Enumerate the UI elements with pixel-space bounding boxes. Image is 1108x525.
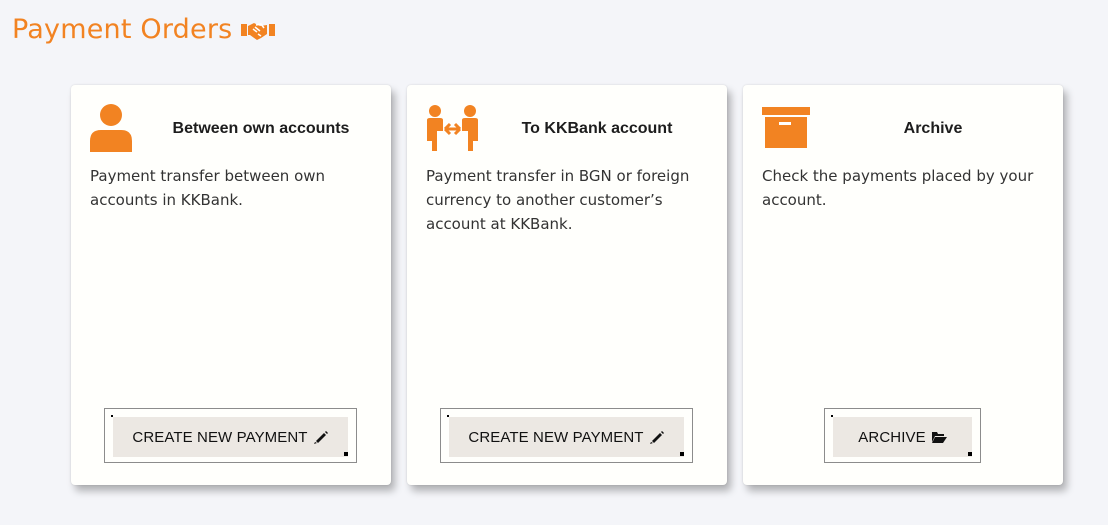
button-label: CREATE NEW PAYMENT (132, 428, 308, 446)
card-description: Payment transfer between own accounts in… (90, 167, 326, 209)
create-new-payment-button[interactable]: CREATE NEW PAYMENT (113, 417, 348, 457)
transfer-people-icon (425, 103, 478, 153)
archive-box-icon (761, 103, 810, 153)
card-description: Check the payments placed by your accoun… (762, 167, 1034, 209)
card-description: Payment transfer in BGN or foreign curre… (426, 167, 690, 233)
card-to-kkbank-account: To KKBank account Payment transfer in BG… (407, 85, 727, 485)
card-heading: Between own accounts (172, 120, 350, 137)
create-new-payment-button[interactable]: CREATE NEW PAYMENT (449, 417, 684, 457)
handshake-icon (240, 18, 276, 42)
button-frame: ARCHIVE (824, 408, 981, 463)
card-heading: To KKBank account (521, 120, 673, 137)
page-title: Payment Orders (12, 14, 276, 45)
card-heading: Archive (903, 120, 963, 137)
archive-button[interactable]: ARCHIVE (833, 417, 972, 457)
button-frame: CREATE NEW PAYMENT (104, 408, 357, 463)
pen-icon (649, 430, 665, 444)
button-label: CREATE NEW PAYMENT (468, 428, 644, 446)
pen-icon (313, 430, 329, 444)
card-archive: Archive Check the payments placed by you… (743, 85, 1063, 485)
button-frame: CREATE NEW PAYMENT (440, 408, 693, 463)
page-title-text: Payment Orders (12, 14, 233, 45)
folder-open-icon (931, 430, 947, 444)
button-label: ARCHIVE (858, 428, 926, 446)
card-between-own-accounts: Between own accounts Payment transfer be… (71, 85, 391, 485)
person-icon (89, 103, 137, 153)
